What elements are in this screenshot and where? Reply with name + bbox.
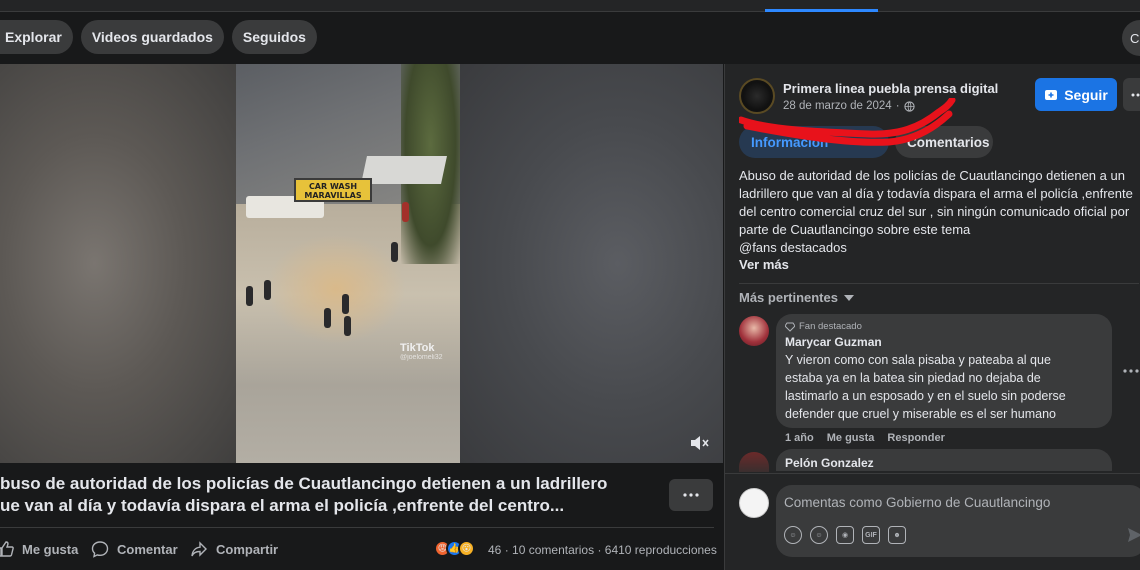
- comment-like-button[interactable]: Me gusta: [827, 432, 875, 444]
- action-divider: [0, 527, 714, 528]
- post-details-panel: Primera linea puebla prensa digital 28 d…: [724, 64, 1140, 570]
- section-divider: [739, 283, 1139, 284]
- video-person: [264, 280, 271, 300]
- like-label: Me gusta: [22, 541, 79, 557]
- comment-bubble: Fan destacado Marycar Guzman Y vieron co…: [776, 314, 1112, 428]
- comment-time[interactable]: 1 año: [785, 432, 814, 444]
- fan-badge-label: Fan destacado: [799, 321, 862, 332]
- tiktok-watermark: TikTok @joelomeli32: [400, 342, 443, 361]
- header-round-button[interactable]: C: [1122, 20, 1140, 56]
- comment-button[interactable]: Comentar: [91, 540, 178, 558]
- chip-seguidos[interactable]: Seguidos: [231, 20, 317, 54]
- comment-actions: 1 año Me gusta Responder: [785, 432, 945, 444]
- post-options-button[interactable]: [669, 479, 713, 511]
- chip-videos-guardados[interactable]: Videos guardados: [80, 20, 224, 54]
- comment-line: estaba ya en la batea sin piedad no deja…: [785, 371, 1041, 385]
- comment-options-icon[interactable]: [1121, 363, 1140, 379]
- follow-page-icon: [1045, 89, 1058, 100]
- emoji-icon[interactable]: ☺: [810, 526, 828, 544]
- commenter-avatar[interactable]: [739, 452, 769, 472]
- chevron-down-icon: [843, 294, 854, 301]
- sticker-icon[interactable]: ☻: [888, 526, 906, 544]
- stats-separator: ·: [504, 543, 509, 557]
- see-more-link[interactable]: Ver más: [739, 257, 789, 272]
- description-line: Abuso de autoridad de los policías de Cu…: [739, 168, 1125, 183]
- post-title: buso de autoridad de los policías de Cua…: [0, 473, 660, 517]
- comments-count[interactable]: 10 comentarios: [512, 543, 594, 557]
- more-dots-icon: [1131, 93, 1140, 96]
- comment-line: lastimarlo a un esposado y en el suelo s…: [785, 389, 1066, 403]
- comment-text: Y vieron como con sala pisaba y pateaba …: [785, 351, 1103, 423]
- video-player[interactable]: CAR WASH MARAVILLAS TikTok @joelomeli32: [0, 64, 723, 463]
- video-sign: CAR WASH MARAVILLAS: [294, 178, 372, 202]
- video-person: [344, 316, 351, 336]
- chip-explorar[interactable]: Explorar: [0, 20, 73, 54]
- gif-icon[interactable]: GIF: [862, 526, 880, 544]
- video-person: [342, 294, 349, 314]
- comment-reply-button[interactable]: Responder: [887, 432, 944, 444]
- comment-composer[interactable]: Comentas como Gobierno de Cuautlancingo …: [776, 485, 1140, 557]
- active-tab-indicator: [765, 9, 878, 12]
- video-person: [324, 308, 331, 328]
- top-navigation-bar: [0, 0, 1140, 12]
- page-name[interactable]: Primera linea puebla prensa digital: [783, 81, 998, 96]
- composer-divider: [725, 473, 1140, 474]
- comment-line: defender que cruel y miserable es el ser…: [785, 407, 1056, 421]
- tiktok-handle: @joelomeli32: [400, 354, 443, 361]
- mention-link[interactable]: @fans destacados: [739, 239, 1139, 257]
- comment-bubble: Pelón Gonzalez: [776, 449, 1112, 471]
- speaker-muted-icon[interactable]: [688, 432, 710, 454]
- tiktok-brand: TikTok: [400, 342, 435, 354]
- description-line: del centro comercial cruz del sur , sin …: [739, 204, 1130, 219]
- diamond-badge-icon: [785, 322, 795, 332]
- like-button[interactable]: Me gusta: [0, 540, 78, 558]
- video-sunlight: [266, 234, 406, 344]
- description-line: ladrillero que van al día y todavía disp…: [739, 186, 1133, 201]
- commenter-avatar[interactable]: [739, 316, 769, 346]
- video-person: [402, 202, 409, 222]
- sort-label: Más pertinentes: [739, 290, 838, 305]
- comment-sort-dropdown[interactable]: Más pertinentes: [739, 290, 854, 305]
- comment-label: Comentar: [117, 541, 178, 557]
- thumbs-up-icon: [0, 541, 14, 557]
- wow-reaction-icon: 😮: [458, 540, 475, 557]
- share-button[interactable]: Compartir: [190, 540, 278, 558]
- page-options-button[interactable]: [1123, 78, 1140, 111]
- reaction-summary[interactable]: 😡 👍 😮: [434, 540, 475, 557]
- comment-author[interactable]: Pelón Gonzalez: [785, 456, 1103, 470]
- video-person: [391, 242, 398, 262]
- reaction-count: 46: [488, 543, 502, 557]
- post-stats: 46 · 10 comentarios · 6410 reproduccione…: [488, 543, 717, 557]
- fan-badge: Fan destacado: [785, 321, 1103, 332]
- comment-input-placeholder[interactable]: Comentas como Gobierno de Cuautlancingo: [784, 495, 1050, 510]
- post-title-line: buso de autoridad de los policías de Cua…: [0, 474, 608, 493]
- more-dots-icon: [683, 493, 699, 497]
- stats-separator: ·: [597, 543, 602, 557]
- avatar-sticker-icon[interactable]: ☺: [784, 526, 802, 544]
- current-user-avatar[interactable]: [739, 488, 769, 518]
- red-scribble-annotation: [739, 98, 956, 146]
- description-line: parte de Cuautlancingo sobre este tema: [739, 222, 971, 237]
- feed-chips: Explorar Videos guardados Seguidos: [0, 20, 317, 56]
- video-blur-left: [0, 64, 236, 463]
- video-blur-right: [460, 64, 723, 463]
- video-person: [246, 286, 253, 306]
- comment-bubble-icon: [91, 541, 109, 558]
- post-description: Abuso de autoridad de los policías de Cu…: [739, 167, 1139, 257]
- post-title-line: ue van al día y todavía dispara el arma …: [0, 496, 565, 515]
- follow-button[interactable]: Seguir: [1035, 78, 1117, 111]
- send-icon[interactable]: [1126, 526, 1140, 544]
- video-roof: [361, 156, 447, 184]
- share-label: Compartir: [216, 541, 279, 557]
- video-frame: CAR WASH MARAVILLAS TikTok @joelomeli32: [236, 64, 460, 463]
- comment-line: Y vieron como con sala pisaba y pateaba …: [785, 353, 1051, 367]
- views-count: 6410 reproducciones: [604, 543, 717, 557]
- comment-author[interactable]: Marycar Guzman: [785, 335, 1103, 349]
- follow-label: Seguir: [1064, 86, 1108, 103]
- composer-toolbar: ☺ ☺ ◉ GIF ☻: [784, 526, 906, 544]
- camera-icon[interactable]: ◉: [836, 526, 854, 544]
- share-arrow-icon: [191, 541, 207, 557]
